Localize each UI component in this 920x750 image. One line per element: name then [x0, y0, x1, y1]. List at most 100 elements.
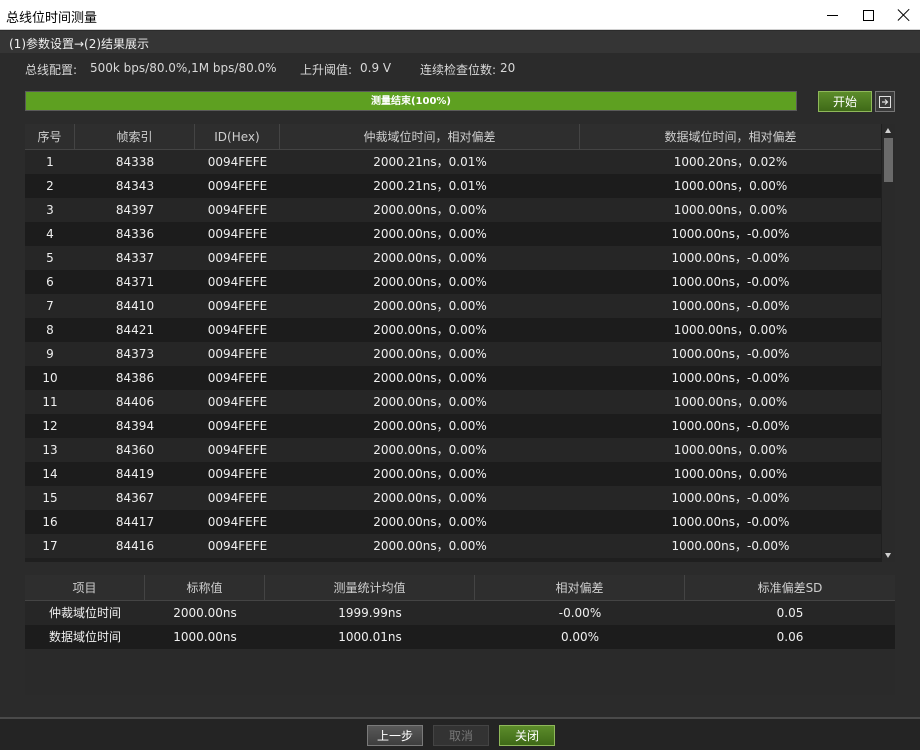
- cell-frame-index: 84386: [115, 371, 155, 385]
- cell-id-hex: 0094FEFE: [207, 395, 268, 409]
- table-row[interactable]: 9 84373 0094FEFE 2000.00ns，0.00% 1000.00ns，-…: [25, 342, 881, 366]
- close-button[interactable]: 关闭: [499, 725, 555, 746]
- cell-data-bit-time: 1000.00ns，0.00%: [673, 323, 788, 337]
- results-scrollbar[interactable]: [882, 124, 895, 562]
- summary-table: 项目 标称值 测量统计均值 相对偏差 标准偏差SD 仲裁域位时间 2000.00n…: [25, 575, 895, 695]
- cell-frame-index: 84338: [115, 155, 155, 169]
- table-row[interactable]: 10 84386 0094FEFE 2000.00ns，0.00% 1000.00ns，…: [25, 366, 881, 390]
- cell-id-hex: 0094FEFE: [207, 203, 268, 217]
- cell-data-bit-time: 1000.20ns，0.02%: [673, 155, 788, 169]
- footer-bar: 上一步 取消 关闭: [0, 717, 920, 750]
- cell-frame-index: 84337: [115, 251, 155, 265]
- cancel-button[interactable]: 取消: [433, 725, 489, 746]
- table-row[interactable]: 17 84416 0094FEFE 2000.00ns，0.00% 1000.00ns，…: [25, 534, 881, 558]
- cell-arbitration-bit-time: 2000.00ns，0.00%: [373, 275, 487, 289]
- table-row[interactable]: 5 84337 0094FEFE 2000.00ns，0.00% 1000.00ns，-…: [25, 246, 881, 270]
- table-row[interactable]: 13 84360 0094FEFE 2000.00ns，0.00% 1000.00ns，…: [25, 438, 881, 462]
- window-close-button[interactable]: [886, 0, 920, 30]
- table-row[interactable]: 7 84410 0094FEFE 2000.00ns，0.00% 1000.00ns，-…: [25, 294, 881, 318]
- summary-header-nominal: 标称值: [145, 575, 265, 601]
- column-header-id-hex[interactable]: ID(Hex): [195, 124, 280, 150]
- cell-arbitration-bit-time: 2000.00ns，0.00%: [373, 299, 487, 313]
- table-row[interactable]: 1 84338 0094FEFE 2000.21ns，0.01% 1000.20ns，0…: [25, 150, 881, 174]
- cell-arbitration-bit-time: 2000.00ns，0.00%: [373, 251, 487, 265]
- table-row[interactable]: 3 84397 0094FEFE 2000.00ns，0.00% 1000.00ns，0…: [25, 198, 881, 222]
- table-row[interactable]: 12 84394 0094FEFE 2000.00ns，0.00% 1000.00ns，…: [25, 414, 881, 438]
- cell-data-bit-time: 1000.00ns，-0.00%: [671, 275, 790, 289]
- column-header-frame-index[interactable]: 帧索引: [75, 124, 195, 150]
- cell-id-hex: 0094FEFE: [207, 443, 268, 457]
- maximize-button[interactable]: [850, 0, 886, 30]
- summary-cell-nominal: 2000.00ns: [173, 606, 237, 620]
- summary-header-sd: 标准偏差SD: [757, 581, 823, 595]
- cell-arbitration-bit-time: 2000.00ns，0.00%: [373, 539, 487, 553]
- cell-frame-index: 84419: [115, 467, 155, 481]
- start-button[interactable]: 开始: [818, 91, 872, 112]
- cell-index: 13: [42, 443, 58, 457]
- cell-id-hex: 0094FEFE: [207, 491, 268, 505]
- scroll-up-icon[interactable]: [885, 128, 891, 133]
- summary-cell-item: 仲裁域位时间: [48, 606, 121, 620]
- summary-header-mean: 测量统计均值: [265, 575, 475, 601]
- cell-data-bit-time: 1000.00ns，-0.00%: [671, 371, 790, 385]
- cell-arbitration-bit-time: 2000.00ns，0.00%: [373, 515, 487, 529]
- cell-data-bit-time: 1000.00ns，-0.00%: [671, 347, 790, 361]
- maximize-icon: [862, 9, 874, 21]
- table-row[interactable]: 4 84336 0094FEFE 2000.00ns，0.00% 1000.00ns，-…: [25, 222, 881, 246]
- column-header-data-bit-time[interactable]: 数据域位时间，相对偏差: [580, 124, 881, 150]
- scroll-thumb[interactable]: [884, 138, 893, 182]
- cell-index: 1: [46, 155, 54, 169]
- cell-frame-index: 84371: [115, 275, 155, 289]
- cell-index: 2: [46, 179, 54, 193]
- cell-data-bit-time: 1000.00ns，-0.00%: [671, 539, 790, 553]
- results-table: 序号 帧索引 ID(Hex) 仲裁域位时间，相对偏差 数据域位时间，相对偏差 1…: [25, 124, 895, 562]
- table-row[interactable]: 16 84417 0094FEFE 2000.00ns，0.00% 1000.00ns，…: [25, 510, 881, 534]
- cell-data-bit-time: 1000.00ns，0.00%: [673, 395, 788, 409]
- table-row[interactable]: 8 84421 0094FEFE 2000.00ns，0.00% 1000.00ns，0…: [25, 318, 881, 342]
- summary-cell-mean: 1999.99ns: [338, 606, 402, 620]
- cell-data-bit-time: 1000.00ns，0.00%: [673, 443, 788, 457]
- cell-arbitration-bit-time: 2000.21ns，0.01%: [373, 155, 487, 169]
- summary-cell-sd: 0.06: [776, 630, 804, 644]
- rise-threshold-value: 0.9 V: [360, 61, 392, 75]
- cell-index: 9: [46, 347, 54, 361]
- cell-data-bit-time: 1000.00ns，-0.00%: [671, 419, 790, 433]
- cell-data-bit-time: 1000.00ns，-0.00%: [671, 299, 790, 313]
- table-row[interactable]: 14 84419 0094FEFE 2000.00ns，0.00% 1000.00ns，…: [25, 462, 881, 486]
- scroll-down-icon[interactable]: [885, 553, 891, 558]
- cell-arbitration-bit-time: 2000.00ns，0.00%: [373, 227, 487, 241]
- cell-index: 16: [42, 515, 58, 529]
- column-header-arbitration-bit-time[interactable]: 仲裁域位时间，相对偏差: [280, 124, 580, 150]
- summary-cell-nominal: 1000.00ns: [173, 630, 237, 644]
- cell-frame-index: 84417: [115, 515, 155, 529]
- cell-id-hex: 0094FEFE: [207, 419, 268, 433]
- cell-index: 15: [42, 491, 58, 505]
- cell-frame-index: 84360: [115, 443, 155, 457]
- summary-cell-mean: 1000.01ns: [338, 630, 402, 644]
- minimize-button[interactable]: [814, 0, 850, 30]
- cell-frame-index: 84416: [115, 539, 155, 553]
- cell-id-hex: 0094FEFE: [207, 539, 268, 553]
- cell-index: 4: [46, 227, 54, 241]
- cell-data-bit-time: 1000.00ns，0.00%: [673, 203, 788, 217]
- cell-arbitration-bit-time: 2000.00ns，0.00%: [373, 491, 487, 505]
- previous-step-button[interactable]: 上一步: [367, 725, 423, 746]
- cell-frame-index: 84410: [115, 299, 155, 313]
- table-row[interactable]: 11 84406 0094FEFE 2000.00ns，0.00% 1000.00ns，…: [25, 390, 881, 414]
- cell-index: 8: [46, 323, 54, 337]
- export-button[interactable]: [875, 91, 895, 112]
- cell-id-hex: 0094FEFE: [207, 323, 268, 337]
- consecutive-bits-label: 连续检查位数:: [420, 63, 497, 77]
- table-row[interactable]: 15 84367 0094FEFE 2000.00ns，0.00% 1000.00ns，…: [25, 486, 881, 510]
- cell-index: 7: [46, 299, 54, 313]
- cell-arbitration-bit-time: 2000.00ns，0.00%: [373, 419, 487, 433]
- column-header-index[interactable]: 序号: [25, 124, 75, 150]
- table-row[interactable]: 2 84343 0094FEFE 2000.21ns，0.01% 1000.00ns，0…: [25, 174, 881, 198]
- cell-index: 12: [42, 419, 58, 433]
- cell-arbitration-bit-time: 2000.00ns，0.00%: [373, 371, 487, 385]
- cell-id-hex: 0094FEFE: [207, 299, 268, 313]
- cell-id-hex: 0094FEFE: [207, 179, 268, 193]
- cell-arbitration-bit-time: 2000.21ns，0.01%: [373, 179, 487, 193]
- cell-index: 10: [42, 371, 58, 385]
- table-row[interactable]: 6 84371 0094FEFE 2000.00ns，0.00% 1000.00ns，-…: [25, 270, 881, 294]
